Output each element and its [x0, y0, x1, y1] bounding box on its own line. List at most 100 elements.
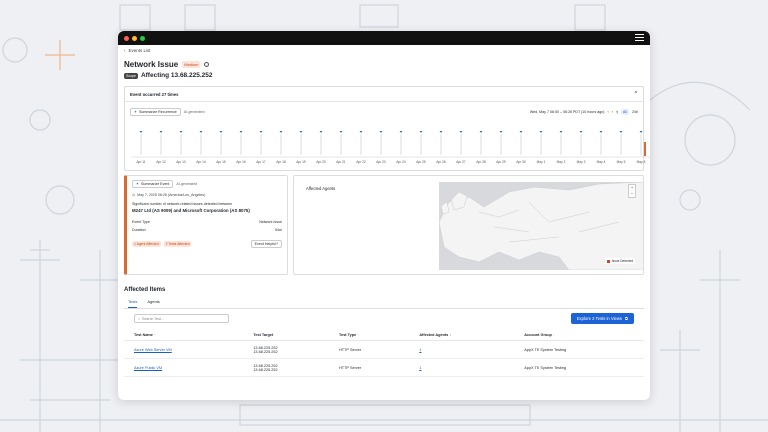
timeline-date-label: May 6 — [637, 160, 646, 164]
occurrence-marker[interactable] — [179, 131, 183, 133]
timeline-date-label: Apr 22 — [356, 160, 366, 164]
page-title: Network Issue — [124, 60, 179, 69]
timeline-date-label: Apr 25 — [416, 160, 426, 164]
test-name-link[interactable]: Azure Public VM — [134, 366, 162, 370]
affected-tests-table: Test Name ↑ Test Target Test Type ↑ Affe… — [124, 330, 644, 377]
summarize-recurrence-label: Summarize Recurrence — [139, 110, 177, 114]
severity-badge: Medium — [182, 61, 201, 68]
timeline-date-label: Apr 15 — [216, 160, 226, 164]
occurrence-marker[interactable] — [379, 131, 383, 133]
app-window: ‹ Events List Network Issue Medium i Sco… — [118, 31, 650, 400]
summarize-recurrence-button[interactable]: ✦ Summarize Recurrence — [130, 108, 181, 116]
col-test-type[interactable]: Test Type ↑ — [329, 330, 410, 341]
collapse-chevron-icon[interactable]: ⌃ — [634, 91, 638, 97]
occurrences-panel: Event occurred 27 times ⌃ ✦ Summarize Re… — [124, 86, 650, 171]
minimize-window-icon[interactable] — [132, 35, 137, 41]
current-occurrence-marker[interactable] — [644, 142, 646, 156]
account-group: AppX TE System Testing — [514, 340, 644, 359]
occurrence-marker[interactable] — [459, 131, 463, 133]
occurrence-marker[interactable] — [599, 131, 603, 133]
occurrence-marker[interactable] — [559, 131, 563, 133]
event-helpful-button[interactable]: Event Helpful? — [250, 240, 282, 248]
info-icon[interactable]: i — [204, 62, 210, 67]
sort-icon: ↑ — [153, 333, 156, 337]
timeline-date-label: Apr 18 — [276, 160, 286, 164]
occurrence-marker[interactable] — [359, 131, 363, 133]
explore-label: Explore 2 Tests in Views — [576, 316, 622, 321]
skip-end-icon[interactable]: ›| — [616, 110, 618, 114]
timeline-date-label: Apr 11 — [136, 160, 145, 164]
occurrence-marker[interactable] — [419, 131, 423, 133]
timeline-date-label: Apr 12 — [156, 160, 166, 164]
zoom-out-button[interactable]: − — [629, 191, 635, 197]
tab-tests[interactable]: Tests — [128, 299, 138, 308]
test-name-link[interactable]: Azure Web Server VM — [134, 348, 172, 352]
search-input[interactable]: ⌕ Search Test... — [134, 314, 229, 323]
occurrence-marker[interactable] — [539, 131, 543, 133]
next-arrow-icon[interactable]: › — [612, 110, 613, 114]
issue-swatch — [606, 259, 610, 263]
chevron-left-icon: ‹ — [124, 48, 126, 53]
breadcrumb[interactable]: ‹ Events List — [124, 48, 644, 53]
affected-agents-link[interactable]: 1 — [419, 348, 421, 352]
sparkle-icon: ✦ — [136, 182, 140, 186]
zoom-all-option[interactable]: All — [621, 109, 629, 115]
col-affected-agents[interactable]: Affected Agents ↓ — [409, 330, 515, 341]
col-account-group[interactable]: Account Group ↑ — [514, 330, 644, 341]
ai-generated-label: AI-generated — [176, 182, 198, 186]
ai-generated-label: AI-generated — [183, 110, 205, 114]
occurrence-marker[interactable] — [439, 131, 443, 133]
summarize-event-button[interactable]: ✦ Summarize Event — [132, 180, 174, 188]
timeline-date-label: Apr 13 — [176, 160, 186, 164]
occurrence-marker[interactable] — [239, 131, 243, 133]
occurrences-header: Event occurred 27 times — [130, 91, 179, 97]
search-placeholder: Search Test... — [142, 316, 164, 321]
timeline-date-label: Apr 20 — [316, 160, 326, 164]
occurrence-marker[interactable] — [319, 131, 323, 133]
maximize-window-icon[interactable] — [140, 35, 145, 41]
affected-agents-link[interactable]: 1 — [419, 366, 421, 370]
tab-agents[interactable]: Agents — [147, 299, 159, 308]
timeline-date-label: Apr 16 — [236, 160, 246, 164]
close-window-icon[interactable] — [124, 35, 129, 41]
occurrence-timeline[interactable]: Apr 11 Apr 12 Apr 13 Apr 14 Apr 15 Apr 16 Apr … — [131, 131, 650, 165]
test-target: 13.68.225.252 — [253, 367, 278, 372]
occurrence-marker[interactable] — [199, 131, 203, 133]
explore-tests-button[interactable]: Explore 2 Tests in Views ⧉ — [570, 313, 634, 324]
hamburger-menu-icon[interactable] — [635, 34, 644, 43]
occurrence-marker[interactable] — [639, 131, 643, 133]
occurrence-marker[interactable] — [619, 131, 623, 133]
external-link-icon: ⧉ — [625, 316, 628, 321]
event-type-label: Event Type — [132, 220, 150, 224]
europe-map[interactable] — [439, 182, 644, 270]
occurrence-marker[interactable] — [479, 131, 483, 133]
legend-label: Issue Detected — [611, 259, 633, 263]
agents-affected-badge[interactable]: 1 Agent Affected — [132, 241, 161, 247]
tests-affected-badge[interactable]: 2 Tests Affected — [163, 241, 192, 247]
occurrence-marker[interactable] — [339, 131, 343, 133]
test-target: 13.68.225.252 — [253, 349, 278, 354]
occurrence-marker[interactable] — [499, 131, 503, 133]
sort-desc-icon: ↓ — [449, 333, 452, 337]
occurrence-marker[interactable] — [259, 131, 263, 133]
timeline-date-label: Apr 17 — [256, 160, 266, 164]
account-group: AppX TE System Testing — [514, 358, 644, 377]
occurrence-marker[interactable] — [219, 131, 223, 133]
zoom-24h-option[interactable]: 24h — [632, 110, 638, 114]
occurrence-marker[interactable] — [519, 131, 523, 133]
col-test-target[interactable]: Test Target — [243, 330, 330, 341]
timeline-date-label: Apr 30 — [516, 160, 526, 164]
timeline-date-label: Apr 28 — [476, 160, 486, 164]
prev-arrow-icon[interactable]: ‹ — [607, 110, 608, 114]
occurrence-marker[interactable] — [139, 131, 143, 133]
col-test-name[interactable]: Test Name ↑ — [124, 330, 244, 341]
occurrence-marker[interactable] — [159, 131, 163, 133]
occurrence-marker[interactable] — [279, 131, 283, 133]
timeline-date-label: Apr 14 — [196, 160, 206, 164]
duration-value: 54m — [275, 228, 282, 232]
affected-items-section: Affected Items Tests Agents ⌕ Search Tes… — [124, 287, 644, 377]
occurrence-marker[interactable] — [579, 131, 583, 133]
occurrence-marker[interactable] — [399, 131, 403, 133]
occurrence-marker[interactable] — [299, 131, 303, 133]
timeline-date-label: Apr 27 — [456, 160, 466, 164]
